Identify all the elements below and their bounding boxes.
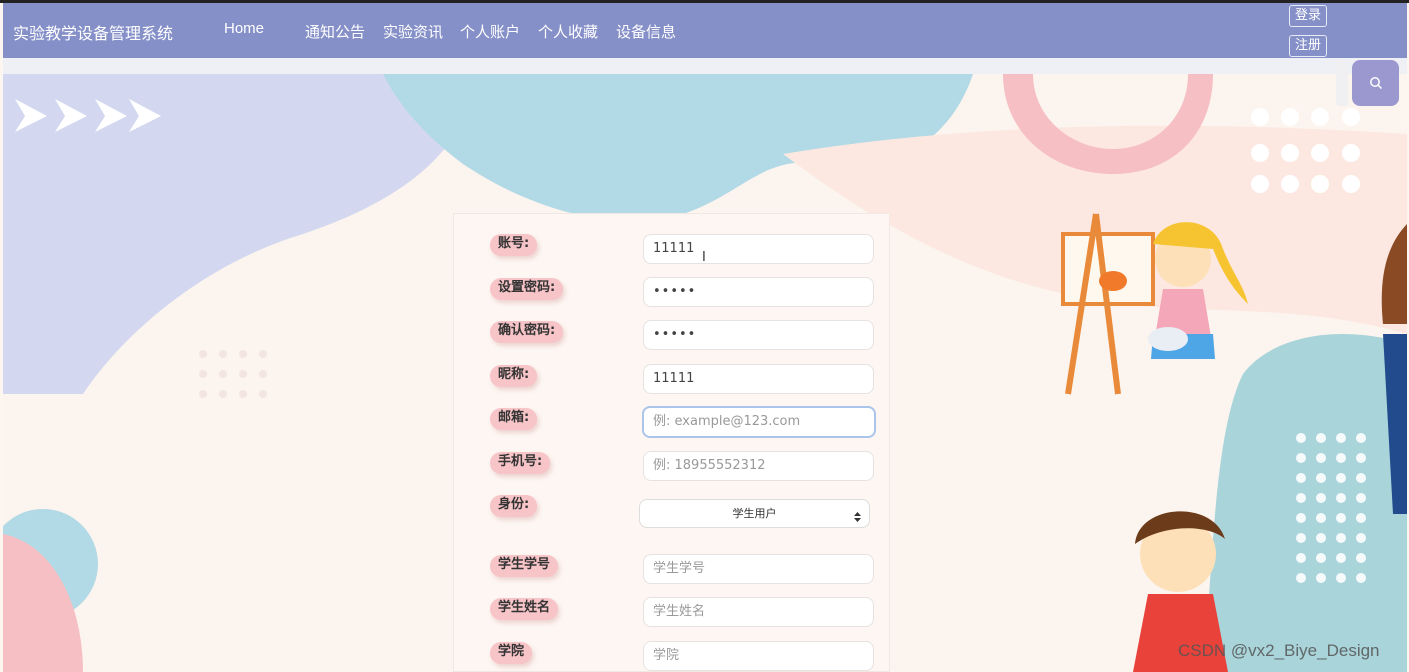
account-label: 账号: [490, 234, 538, 256]
nickname-label: 昵称: [490, 365, 538, 387]
nickname-input[interactable]: 11111 [643, 364, 874, 394]
nav-personal-account[interactable]: 个人账户 [460, 21, 520, 42]
identity-label: 身份: [490, 495, 538, 517]
scroll-handle [1336, 60, 1348, 106]
text-cursor-icon: I [702, 250, 706, 265]
student-name-label: 学生姓名 [490, 598, 559, 620]
identity-selected-value: 学生用户 [732, 507, 777, 520]
top-navbar: 实验教学设备管理系统 Home 通知公告 实验资讯 个人账户 个人收藏 设备信息… [3, 3, 1407, 58]
college-input[interactable]: 学院 [643, 641, 874, 671]
search-button[interactable] [1352, 60, 1399, 106]
identity-select[interactable]: 学生用户 [639, 499, 870, 528]
phone-input[interactable]: 例: 18955552312 [643, 451, 874, 481]
nav-lab-news[interactable]: 实验资讯 [383, 21, 443, 42]
student-name-input[interactable]: 学生姓名 [643, 597, 874, 627]
email-input[interactable]: 例: example@123.com [642, 406, 876, 438]
confirm-password-label: 确认密码: [490, 321, 564, 343]
nav-home[interactable]: Home [224, 20, 264, 37]
nav-favorites[interactable]: 个人收藏 [538, 21, 598, 42]
watermark: CSDN @vx2_Biye_Design [1178, 641, 1380, 660]
student-id-label: 学生学号 [490, 555, 559, 577]
student-id-input[interactable]: 学生学号 [643, 554, 874, 584]
account-input[interactable]: 11111 [643, 234, 874, 264]
select-arrows-icon [854, 509, 861, 536]
confirm-password-input[interactable]: ••••• [643, 320, 874, 350]
sub-header-strip [3, 58, 1407, 74]
email-label: 邮箱: [490, 408, 538, 430]
login-button[interactable]: 登录 [1289, 5, 1327, 27]
nav-equipment-info[interactable]: 设备信息 [616, 21, 676, 42]
search-icon [1369, 77, 1382, 90]
register-button[interactable]: 注册 [1289, 35, 1327, 57]
phone-label: 手机号: [490, 452, 551, 474]
password-label: 设置密码: [490, 278, 564, 300]
nav-announcements[interactable]: 通知公告 [305, 21, 365, 42]
site-title: 实验教学设备管理系统 [13, 24, 174, 43]
password-input[interactable]: ••••• [643, 277, 874, 307]
college-label: 学院 [490, 642, 533, 664]
